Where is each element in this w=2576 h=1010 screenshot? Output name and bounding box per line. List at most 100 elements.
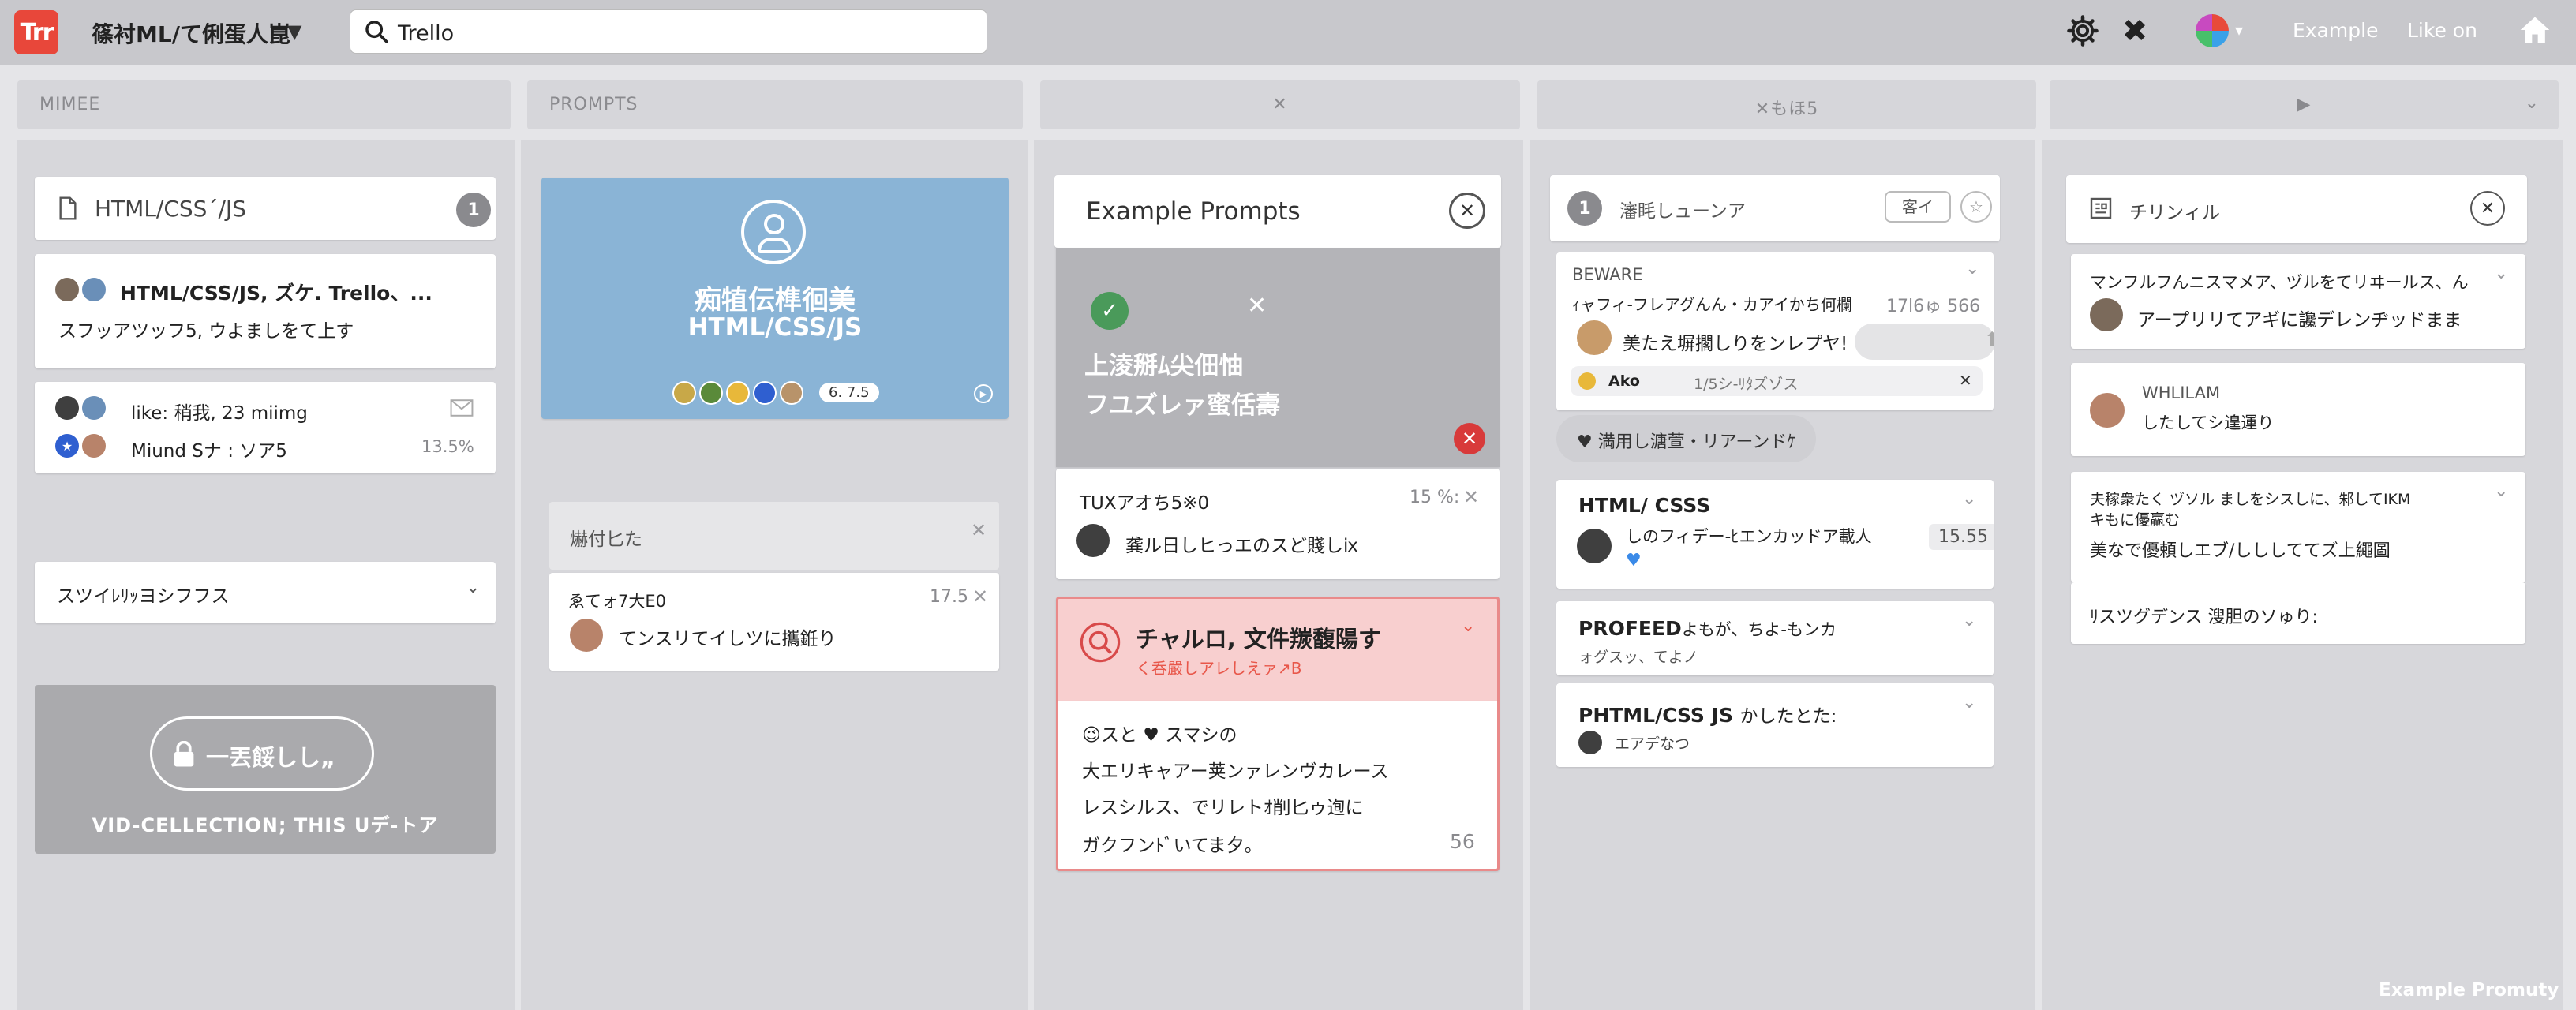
locked-caption: VID-CELLECTION; THIS Uデ‐トア: [92, 814, 439, 836]
close-icon[interactable]: ✕: [972, 585, 988, 608]
close-icon[interactable]: ✕: [2470, 191, 2505, 226]
mail-icon: [450, 399, 474, 417]
star-icon[interactable]: ☆: [1960, 191, 1992, 223]
task-card[interactable]: ﾘスツグデンス 溲胆のソゅり:: [2071, 582, 2525, 644]
card-text: しのフィデー‐ﾋエンカッドア載人: [1626, 527, 1872, 546]
task-card[interactable]: HTML/CSS/JS, ズケ. Trello、... スフッアツッフ5, ウよ…: [35, 254, 496, 368]
task-card[interactable]: like: 稍我, 23 miimg ★ Miund Sナ : ソア5 13.5…: [35, 382, 496, 473]
column-header-3[interactable]: ✕: [1040, 80, 1520, 129]
chevron-down-icon[interactable]: ⌄: [2494, 481, 2508, 501]
avatar: [2090, 393, 2125, 428]
upload-icon[interactable]: ⬆: [1984, 328, 1994, 350]
alert-count: 56: [1450, 830, 1475, 853]
chevron-down-icon[interactable]: ⌄: [1461, 616, 1475, 636]
column-header-2[interactable]: PROMPTS: [527, 80, 1023, 129]
cover-title: 痴犆伝榫徊美: [695, 285, 856, 316]
avatar: [82, 434, 106, 458]
list-header[interactable]: チリンィル ✕: [2066, 175, 2527, 243]
task-card[interactable]: マンフルフんニスマメア、ヅルをてリヰールス、ん ⌄ アープリリてアギに讒デレンヂ…: [2071, 254, 2525, 349]
task-card[interactable]: WHLILAM したしてシ遑運り: [2071, 363, 2525, 456]
list-title: Example Prompts: [1086, 197, 1301, 226]
chevron-down-icon[interactable]: ⌄: [1962, 693, 1976, 713]
unlock-button[interactable]: 一丟餒しし„: [150, 716, 374, 791]
avatar[interactable]: [2196, 14, 2229, 47]
app-logo[interactable]: Trr: [14, 10, 58, 54]
close-icon[interactable]: ✕: [1463, 486, 1479, 508]
list-header[interactable]: HTML/CSS´/JS 1: [35, 177, 496, 240]
section-title: 爀付匕た: [570, 529, 642, 550]
search-icon: [365, 21, 388, 43]
alert-title: チャルロ, 文件羰馥陽す: [1136, 626, 1381, 653]
gear-icon[interactable]: [2066, 14, 2099, 47]
card-text: 龚ル日しヒっエのスど賤しⅸ: [1125, 536, 1358, 556]
chevron-down-icon[interactable]: ⌄: [2525, 93, 2540, 113]
filter-button[interactable]: 客イ: [1885, 191, 1951, 223]
section-header[interactable]: 爀付匕た ✕: [549, 502, 999, 570]
task-card[interactable]: HTML/ CSSS ⌄ しのフィデー‐ﾋエンカッドア載人 ♥ 15.55: [1556, 480, 1994, 589]
close-icon[interactable]: ✕: [1449, 193, 1485, 229]
card-text: 美たえ塀擱しりをンレプヤ!: [1623, 334, 1848, 354]
card-value: 17.5: [930, 587, 968, 607]
avatar: [672, 381, 696, 405]
list-title: HTML/CSS´/JS: [95, 196, 246, 222]
card-meta: マンフルフんニスマメア、ヅルをてリヰールス、ん: [2090, 273, 2469, 292]
avatar: [55, 396, 79, 420]
heart-icon: ♥: [1626, 551, 1642, 570]
avatar: [82, 278, 106, 301]
dropdown[interactable]: スツイ​ﾚﾘｯヨシフフス ⌄: [35, 562, 496, 623]
workspace-title[interactable]: 篠衬ML/て俐蛋人崑: [92, 17, 290, 49]
chevron-down-icon[interactable]: ⌄: [1962, 611, 1976, 630]
card-title: HTML/ CSSS: [1578, 494, 1711, 517]
column-header-5[interactable]: ▶ ⌄: [2050, 80, 2559, 129]
alert-text: ガクフンﾄﾞいてま夕。: [1082, 836, 1263, 856]
status-pill[interactable]: ♥ 満用し溏萱・リアーンドｹ: [1556, 415, 1817, 462]
cover-card[interactable]: 痴犆伝榫徊美 HTML/CSS/JS 6. 7.5 ▶: [541, 178, 1009, 419]
like-on-link[interactable]: Like on: [2407, 19, 2477, 42]
home-icon[interactable]: [2518, 13, 2552, 47]
task-card[interactable]: PHTML/CSS JS かしたとた: エアデなつ ⌄: [1556, 683, 1994, 767]
search-input[interactable]: Trello: [350, 9, 987, 54]
document-icon: [2090, 197, 2112, 219]
card-title: ゑてォ7大E0: [568, 592, 666, 611]
user-name: Ako: [1608, 372, 1640, 390]
task-card[interactable]: TUXアオち5※0 15 %: ✕ 龚ル日しヒっエのスど賤しⅸ: [1056, 469, 1500, 579]
check-icon: ✓: [1091, 292, 1129, 330]
unlock-label: 一丟餒しし„: [206, 744, 336, 771]
close-icon[interactable]: ✕: [1247, 292, 1267, 320]
list-header[interactable]: Example Prompts ✕: [1054, 175, 1501, 248]
cover-count: 6. 7.5: [819, 383, 879, 402]
chevron-down-icon[interactable]: ▾: [2235, 21, 2243, 39]
task-card[interactable]: PROFEEDよもが、ちよ‐もンカ ォグスッ、てよノ ⌄: [1556, 601, 1994, 675]
notifications-icon[interactable]: [2119, 14, 2151, 46]
chevron-down-icon[interactable]: ▼: [287, 21, 301, 43]
image-card[interactable]: ✓ ✕ 上淩掰ﾑ尖佃怞 フユズレァ蜜佸壽 ✕: [1056, 248, 1500, 467]
error-icon[interactable]: ✕: [1454, 423, 1485, 454]
list-header[interactable]: 1 瀋眊しューンア 客イ ☆: [1550, 175, 2000, 241]
card-meta: キもに優羸む: [2090, 511, 2181, 529]
alert-card[interactable]: チャルロ, 文件羰馥陽す く呑嚴しアレしえァ↗B ⌄: [1056, 597, 1500, 701]
avatar: [1577, 529, 1612, 563]
search-value: Trello: [398, 21, 455, 46]
chevron-down-icon[interactable]: ⌄: [2494, 264, 2508, 283]
column-header-1[interactable]: MIMEE: [17, 80, 511, 129]
chevron-down-icon[interactable]: ⌄: [1962, 489, 1976, 509]
avatar: [753, 381, 777, 405]
list-title: 瀋眊しューンア: [1619, 201, 1746, 222]
close-icon[interactable]: ✕: [971, 519, 987, 541]
task-card[interactable]: BEWARE ⌄ ｨャフィ‐フレアグんん・カアイかち何欄 17l6ゅ 566 美…: [1556, 252, 1994, 410]
avatar: [1578, 731, 1602, 754]
play-icon[interactable]: ▶: [974, 384, 993, 403]
task-card[interactable]: 夫稼衆たく ヅソル ましをシスしに、邾してIKM キもに優羸む 美なで優頼しエブ…: [2071, 472, 2525, 582]
example-link[interactable]: Example: [2293, 19, 2378, 42]
cover-subtitle: HTML/CSS/JS: [687, 313, 863, 342]
task-card[interactable]: ゑてォ7大E0 17.5 ✕ てンスリてイしツに攜銋り: [549, 573, 999, 671]
list-3: Example Prompts ✕ ✓ ✕ 上淩掰ﾑ尖佃怞 フユズレァ蜜佸壽 ✕…: [1034, 140, 1523, 1010]
column-header-4[interactable]: ✕もほ5: [1537, 80, 2036, 129]
play-icon: ▶: [2297, 95, 2312, 114]
alert-body[interactable]: 😉スと ♥ スマシの 大エリキャアー荚ンァレンヴカレース レスシルス、でリレトｵ…: [1056, 701, 1500, 871]
card-meta: 夫稼衆たく ヅソル ましをシスしに、邾してIKM: [2090, 491, 2411, 508]
close-icon[interactable]: ✕: [1959, 371, 1972, 390]
avatar: [780, 381, 803, 405]
chevron-down-icon[interactable]: ⌄: [1965, 259, 1979, 279]
locked-card[interactable]: 一丟餒しし„ VID-CELLECTION; THIS Uデ‐トア: [35, 685, 496, 854]
